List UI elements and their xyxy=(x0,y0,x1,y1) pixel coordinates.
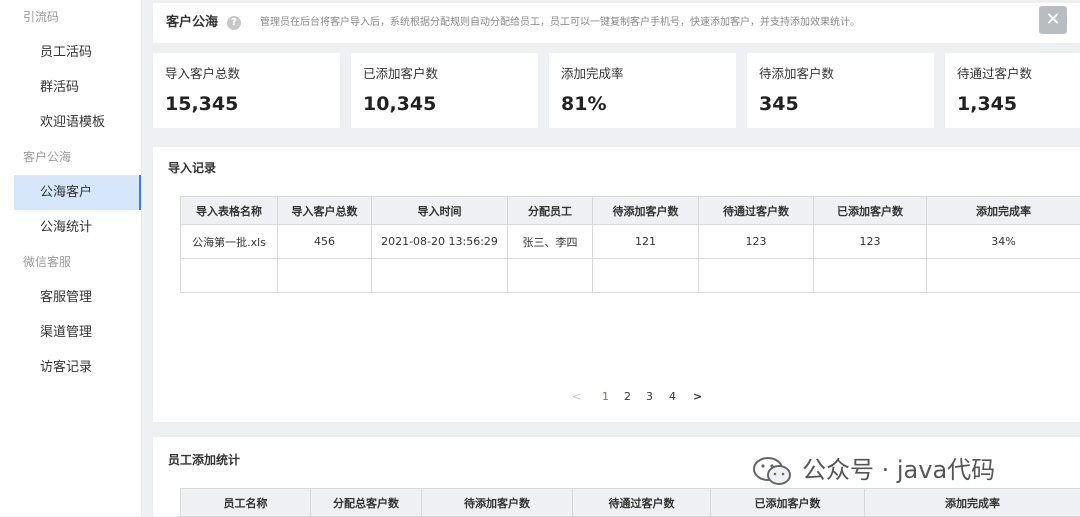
sidebar-item-welcome-template[interactable]: 欢迎语模板 xyxy=(0,105,141,140)
table-cell: 456 xyxy=(278,225,372,259)
column-header[interactable]: 导入表格名称 xyxy=(181,197,278,225)
help-icon[interactable]: ? xyxy=(227,16,241,30)
sidebar-item-staff-qrcode[interactable]: 员工活码 xyxy=(0,35,141,70)
sidebar-item-public-customers[interactable]: 公海客户 xyxy=(14,175,141,210)
stat-card-completion-rate: 添加完成率 81% xyxy=(549,53,736,128)
sidebar-item-channel-management[interactable]: 渠道管理 xyxy=(0,315,141,350)
sidebar-item-visitor-records[interactable]: 访客记录 xyxy=(0,350,141,385)
table-cell xyxy=(372,259,508,293)
stat-label: 待添加客户数 xyxy=(759,63,834,82)
sidebar-group-title: 引流码 xyxy=(0,0,141,35)
column-header[interactable]: 待通过客户数 xyxy=(699,197,814,225)
table-cell xyxy=(593,259,699,293)
stat-value: 10,345 xyxy=(363,93,436,115)
table-cell: 123 xyxy=(699,225,814,259)
table-cell xyxy=(814,259,927,293)
column-header[interactable]: 已添加客户数 xyxy=(814,197,927,225)
column-header[interactable]: 待添加客户数 xyxy=(593,197,699,225)
stat-card-added: 已添加客户数 10,345 xyxy=(351,53,538,128)
column-header[interactable]: 导入时间 xyxy=(372,197,508,225)
page-description: 管理员在后台将客户导入后，系统根据分配规则自动分配给员工，员工可以一键复制客户手… xyxy=(260,3,860,43)
stat-card-pending-add: 待添加客户数 345 xyxy=(747,53,934,128)
stat-card-imported-total: 导入客户总数 15,345 xyxy=(153,53,340,128)
table-cell: 2021-08-20 13:56:29 xyxy=(372,225,508,259)
watermark-text: 公众号 · java代码 xyxy=(802,452,995,488)
column-header[interactable]: 已添加客户数 xyxy=(711,489,865,517)
stat-value: 15,345 xyxy=(165,93,238,115)
table-cell: 121 xyxy=(593,225,699,259)
table-cell: 公海第一批.xls xyxy=(181,225,278,259)
page-button-1[interactable]: 1 xyxy=(602,389,609,405)
stat-label: 已添加客户数 xyxy=(363,63,438,82)
staff-stats-table: 员工名称 分配总客户数 待添加客户数 待通过客户数 已添加客户数 添加完成率 xyxy=(180,488,1080,517)
table-cell xyxy=(927,259,1080,293)
table-cell xyxy=(508,259,593,293)
table-cell: 张三、李四 xyxy=(508,225,593,259)
column-header[interactable]: 导入客户总数 xyxy=(278,197,372,225)
stat-value: 345 xyxy=(759,93,799,115)
column-header[interactable]: 待添加客户数 xyxy=(422,489,573,517)
page-button-3[interactable]: 3 xyxy=(646,389,653,405)
sidebar-group-title: 微信客服 xyxy=(0,245,141,280)
page-header: 客户公海 ? 管理员在后台将客户导入后，系统根据分配规则自动分配给员工，员工可以… xyxy=(153,3,1080,43)
close-button[interactable]: ✕ xyxy=(1039,6,1067,34)
sidebar-item-group-qrcode[interactable]: 群活码 xyxy=(0,70,141,105)
column-header[interactable]: 添加完成率 xyxy=(927,197,1080,225)
stat-card-pending-approval: 待通过客户数 1,345 xyxy=(945,53,1080,128)
page-title: 客户公海 xyxy=(166,3,218,43)
stat-value: 1,345 xyxy=(957,93,1017,115)
next-page-button[interactable]: > xyxy=(693,389,702,405)
sidebar-item-service-management[interactable]: 客服管理 xyxy=(0,280,141,315)
sidebar: 引流码 员工活码 群活码 欢迎语模板 客户公海 公海客户 公海统计 微信客服 客… xyxy=(0,0,141,516)
sidebar-group-title: 客户公海 xyxy=(0,140,141,175)
table-row xyxy=(181,259,1080,293)
import-records-title: 导入记录 xyxy=(168,159,216,176)
staff-stats-title: 员工添加统计 xyxy=(168,451,240,468)
sidebar-item-public-stats[interactable]: 公海统计 xyxy=(0,210,141,245)
prev-page-button[interactable]: < xyxy=(572,389,581,405)
stat-label: 添加完成率 xyxy=(561,63,624,82)
page-button-2[interactable]: 2 xyxy=(624,389,631,405)
column-header[interactable]: 待通过客户数 xyxy=(573,489,711,517)
table-row[interactable]: 公海第一批.xls 456 2021-08-20 13:56:29 张三、李四 … xyxy=(181,225,1080,259)
page-button-4[interactable]: 4 xyxy=(669,389,676,405)
stat-value: 81% xyxy=(561,93,606,115)
column-header[interactable]: 分配员工 xyxy=(508,197,593,225)
stat-label: 导入客户总数 xyxy=(165,63,240,82)
import-records-table: 导入表格名称 导入客户总数 导入时间 分配员工 待添加客户数 待通过客户数 已添… xyxy=(180,196,1080,293)
column-header[interactable]: 员工名称 xyxy=(181,489,311,517)
table-cell: 123 xyxy=(814,225,927,259)
close-icon: ✕ xyxy=(1045,9,1060,30)
table-header-row: 员工名称 分配总客户数 待添加客户数 待通过客户数 已添加客户数 添加完成率 xyxy=(181,489,1080,517)
table-cell: 34% xyxy=(927,225,1080,259)
table-cell xyxy=(699,259,814,293)
table-cell xyxy=(278,259,372,293)
table-header-row: 导入表格名称 导入客户总数 导入时间 分配员工 待添加客户数 待通过客户数 已添… xyxy=(181,197,1080,225)
stat-label: 待通过客户数 xyxy=(957,63,1032,82)
column-header[interactable]: 分配总客户数 xyxy=(311,489,422,517)
table-cell xyxy=(181,259,278,293)
column-header[interactable]: 添加完成率 xyxy=(865,489,1080,517)
wechat-icon xyxy=(752,456,794,486)
